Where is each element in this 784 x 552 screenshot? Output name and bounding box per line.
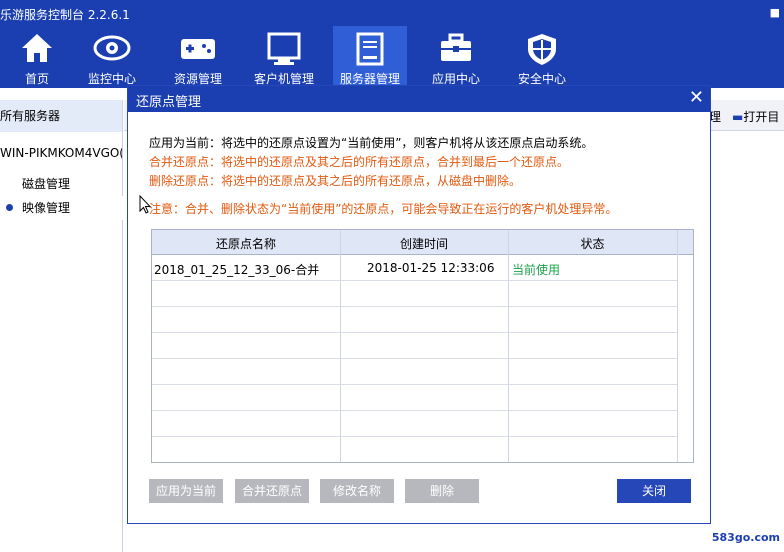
delete-button[interactable]: 删除 [405, 479, 479, 503]
server-icon [356, 32, 384, 66]
open-folder-button[interactable]: ▬打开目 [732, 108, 779, 125]
nav-monitor-center[interactable]: 监控中心 [75, 26, 149, 86]
selected-bullet-icon [6, 204, 13, 211]
rename-button[interactable]: 修改名称 [320, 479, 394, 503]
nav-security-center[interactable]: 安全中心 [505, 26, 579, 86]
sidebar-item-disk-management[interactable]: 磁盘管理 [0, 172, 144, 196]
column-header-status[interactable]: 状态 [508, 235, 677, 252]
table-header: 还原点名称 创建时间 状态 [152, 230, 693, 255]
close-icon[interactable]: ✕ [689, 88, 704, 108]
column-header-name[interactable]: 还原点名称 [152, 235, 340, 252]
server-name: WIN-PIKMKOM4VGO(主) [0, 146, 122, 160]
eye-icon [93, 35, 131, 61]
row-divider [152, 280, 677, 281]
sidebar-item-label: 磁盘管理 [22, 177, 71, 191]
open-folder-label: 打开目 [743, 110, 780, 124]
column-divider [340, 230, 341, 462]
row-divider [152, 332, 677, 333]
column-divider [508, 230, 509, 462]
row-divider [152, 384, 677, 385]
restore-point-table[interactable]: 还原点名称 创建时间 状态 2018_01_25_12_33_06-合并 201… [151, 229, 694, 463]
watermark: 583go.com [711, 531, 780, 544]
gamepad-icon [181, 39, 215, 59]
nav-server-management[interactable]: 服务器管理 [333, 26, 407, 86]
row-divider [152, 306, 677, 307]
merge-restore-point-button[interactable]: 合并还原点 [235, 479, 309, 503]
folder-icon: ▬ [732, 110, 744, 124]
desc-apply: 应用为当前：将选中的还原点设置为“当前使用”，则客户机将从该还原点启动系统。 [149, 136, 594, 150]
dialog-title: 还原点管理 [136, 95, 202, 110]
close-button[interactable]: 关闭 [617, 479, 691, 503]
cell-status: 当前使用 [512, 263, 561, 277]
sidebar-all-servers-label: 所有服务器 [0, 109, 61, 123]
nav-home[interactable]: 首页 [0, 26, 74, 86]
skin-icon[interactable]: ■ [770, 6, 780, 19]
warning-note: 注意：合并、删除状态为“当前使用”的还原点，可能会导致正在运行的客户机处理异常。 [149, 202, 618, 216]
top-bar: 乐游服务控制台 2.2.6.1 ■ 首页 监控中心 资源管理 客户机管理 服务器… [0, 0, 784, 88]
sidebar: 所有服务器 WIN-PIKMKOM4VGO(主) 磁盘管理 映像管理 [0, 100, 144, 552]
column-header-time[interactable]: 创建时间 [340, 235, 508, 252]
restore-point-dialog: 还原点管理 ✕ 应用为当前：将选中的还原点设置为“当前使用”，则客户机将从该还原… [127, 85, 711, 524]
nav-resource-management[interactable]: 资源管理 [161, 26, 235, 86]
app-title: 乐游服务控制台 2.2.6.1 [0, 8, 130, 22]
shield-icon [528, 34, 556, 65]
home-icon [22, 34, 52, 62]
desc-merge: 合并还原点：将选中的还原点及其之后的所有还原点，合并到最后一个还原点。 [149, 155, 570, 169]
nav-client-management[interactable]: 客户机管理 [247, 26, 321, 86]
scrollbar-divider [677, 230, 678, 462]
apply-as-current-button[interactable]: 应用为当前 [149, 479, 223, 503]
cell-time: 2018-01-25 12:33:06 [367, 261, 495, 275]
row-divider [152, 436, 677, 437]
dialog-titlebar: 还原点管理 ✕ [128, 86, 710, 112]
sidebar-item-image-management[interactable]: 映像管理 [0, 196, 144, 220]
toolbox-icon [441, 33, 471, 61]
row-divider [152, 358, 677, 359]
mouse-cursor-icon [139, 195, 151, 214]
desc-delete: 删除还原点：将选中的还原点及其之后的所有还原点，从磁盘中删除。 [149, 174, 522, 188]
sidebar-all-servers[interactable]: 所有服务器 [0, 100, 122, 132]
nav-label: 首页 [24, 72, 49, 86]
row-divider [152, 410, 677, 411]
cell-name: 2018_01_25_12_33_06-合并 [154, 263, 320, 277]
monitor-icon [267, 32, 301, 65]
nav-app-center[interactable]: 应用中心 [419, 26, 493, 86]
sidebar-server-node[interactable]: WIN-PIKMKOM4VGO(主) [0, 140, 122, 166]
sidebar-item-label: 映像管理 [22, 201, 71, 215]
